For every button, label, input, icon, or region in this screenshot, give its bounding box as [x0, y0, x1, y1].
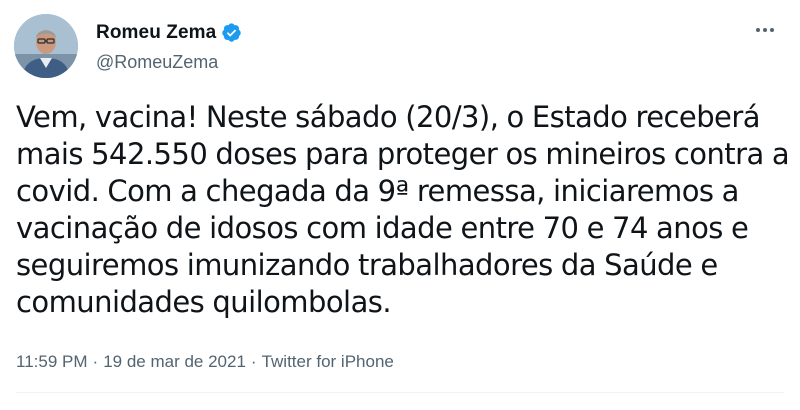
meta-separator: ·	[250, 352, 257, 371]
author-info: Romeu Zema @RomeuZema	[96, 20, 242, 73]
author-display-name[interactable]: Romeu Zema	[96, 22, 216, 44]
tweet-text-line: Vem, vacina! Neste sábado (20/3), o Esta…	[16, 100, 761, 134]
more-dot	[770, 28, 774, 32]
author-handle[interactable]: @RomeuZema	[96, 52, 242, 73]
verified-badge-icon	[221, 22, 242, 43]
tweet-card: Romeu Zema @RomeuZema Vem, vacina! Neste…	[0, 0, 800, 410]
tweet-text-line: mais 542.550 doses para proteger os mine…	[16, 137, 790, 171]
more-dot	[763, 28, 767, 32]
tweet-text-line: covid. Com a chegada da 9ª remessa, inic…	[16, 174, 739, 208]
tweet-source[interactable]: Twitter for iPhone	[262, 352, 394, 372]
avatar-image	[14, 14, 78, 78]
tweet-date[interactable]: 19 de mar de 2021	[103, 352, 246, 372]
tweet-header: Romeu Zema @RomeuZema	[14, 13, 242, 79]
avatar[interactable]	[14, 14, 78, 78]
tweet-text: Vem, vacina! Neste sábado (20/3), o Esta…	[16, 99, 790, 321]
tweet-text-line: seguiremos imunizando trabalhadores da S…	[16, 248, 718, 282]
divider	[16, 392, 784, 393]
more-options-icon[interactable]	[750, 18, 780, 42]
name-row: Romeu Zema	[96, 20, 242, 46]
tweet-metadata: 11:59 PM · 19 de mar de 2021 · Twitter f…	[16, 352, 394, 372]
meta-separator: ·	[92, 352, 99, 371]
tweet-text-line: vacinação de idosos com idade entre 70 e…	[16, 211, 749, 245]
more-dot	[756, 28, 760, 32]
tweet-time[interactable]: 11:59 PM	[16, 352, 88, 372]
tweet-text-line: comunidades quilombolas.	[16, 285, 392, 319]
